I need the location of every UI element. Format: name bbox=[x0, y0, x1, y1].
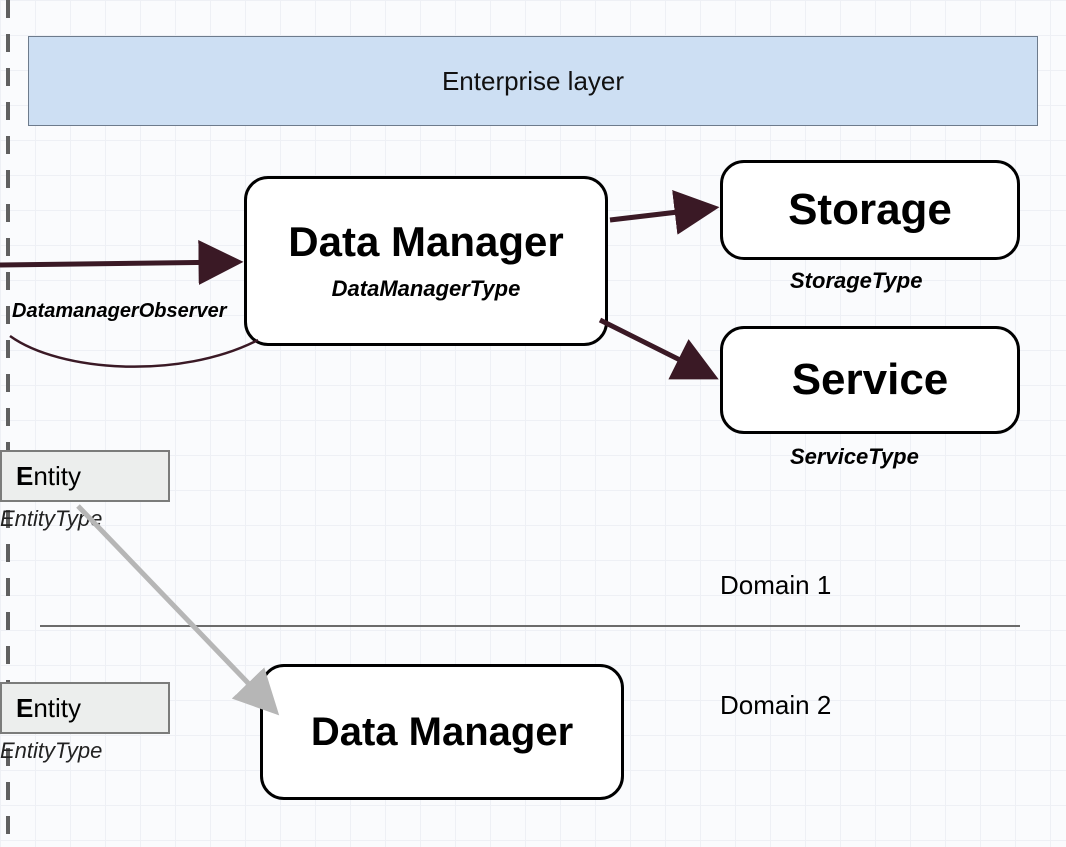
arrow-dm-to-service bbox=[600, 320, 712, 376]
arrow-dm-to-storage bbox=[610, 208, 712, 220]
observer-curve bbox=[10, 336, 258, 367]
arrow-entity-to-dm2 bbox=[78, 506, 274, 710]
observer-label: DatamanagerObserver bbox=[12, 300, 227, 323]
arrow-into-datamanager bbox=[0, 262, 236, 265]
